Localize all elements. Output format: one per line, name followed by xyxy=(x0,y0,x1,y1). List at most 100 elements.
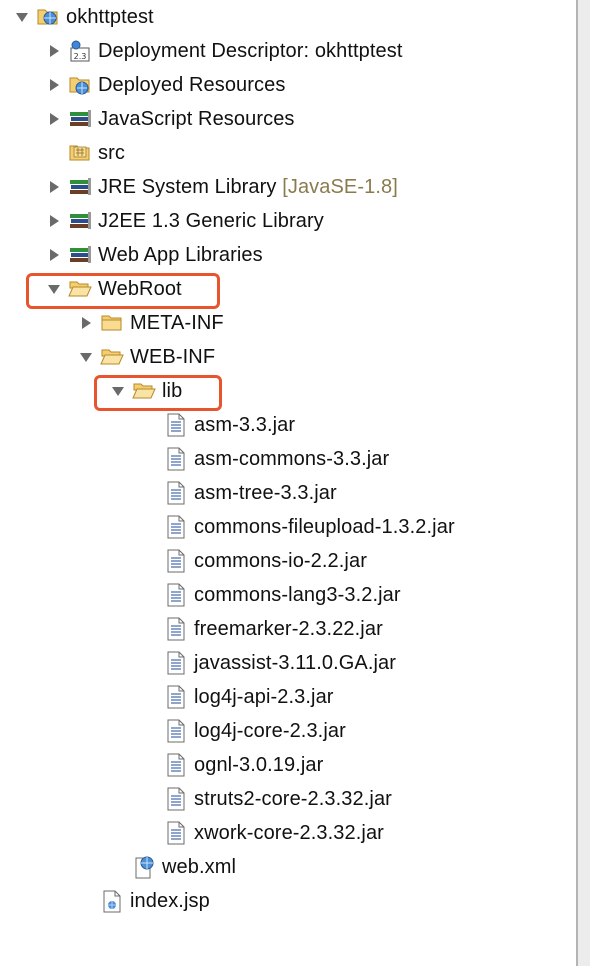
tree-item[interactable]: xwork-core-2.3.32.jar xyxy=(0,816,576,850)
expand-arrow-down-icon[interactable] xyxy=(12,0,32,34)
tree-item[interactable]: web.xml xyxy=(0,850,576,884)
tree-item-label-wrap: Deployed Resources xyxy=(98,68,285,102)
tree-item[interactable]: JRE System Library [JavaSE-1.8] xyxy=(0,170,576,204)
tree-item-label: asm-tree-3.3.jar xyxy=(194,482,337,504)
tree-item[interactable]: struts2-core-2.3.32.jar xyxy=(0,782,576,816)
tree-item-label: J2EE 1.3 Generic Library xyxy=(98,210,324,232)
folder-icon xyxy=(100,311,124,335)
tree-item[interactable]: index.jsp xyxy=(0,884,576,918)
tree-item-label: asm-3.3.jar xyxy=(194,414,296,436)
tree-item-label-wrap: xwork-core-2.3.32.jar xyxy=(194,816,384,850)
jar-file-icon xyxy=(164,413,188,437)
jar-file-icon xyxy=(164,719,188,743)
expand-arrow-right-icon[interactable] xyxy=(44,68,64,102)
tree-item-label-wrap: asm-3.3.jar xyxy=(194,408,295,442)
jar-file-icon xyxy=(164,651,188,675)
jar-file-icon xyxy=(164,583,188,607)
deployment-descriptor-icon: 2.3 xyxy=(68,39,92,63)
jar-file-icon xyxy=(164,515,188,539)
tree-item-label: Web App Libraries xyxy=(98,244,263,266)
tree-item-label-wrap: okhttptest xyxy=(66,0,154,34)
jsp-file-icon xyxy=(100,889,124,913)
tree-item[interactable]: src xyxy=(0,136,576,170)
tree-item[interactable]: freemarker-2.3.22.jar xyxy=(0,612,576,646)
tree-item[interactable]: WEB-INF xyxy=(0,340,576,374)
tree-item[interactable]: okhttptest xyxy=(0,0,576,34)
tree-item-label-wrap: ognl-3.0.19.jar xyxy=(194,748,323,782)
tree-item-label: okhttptest xyxy=(66,6,154,28)
tree-item-label: commons-io-2.2.jar xyxy=(194,550,367,572)
tree-item[interactable]: commons-lang3-3.2.jar xyxy=(0,578,576,612)
tree-item[interactable]: lib xyxy=(0,374,576,408)
tree-item-label: commons-lang3-3.2.jar xyxy=(194,584,401,606)
tree-item-label: log4j-core-2.3.jar xyxy=(194,720,346,742)
lib-highlight-box xyxy=(94,375,222,411)
tree-item-label: web.xml xyxy=(162,856,237,878)
tree-item[interactable]: JavaScript Resources xyxy=(0,102,576,136)
xml-file-icon xyxy=(132,855,156,879)
jar-file-icon xyxy=(164,549,188,573)
tree-item[interactable]: log4j-core-2.3.jar xyxy=(0,714,576,748)
expand-arrow-right-icon[interactable] xyxy=(44,238,64,272)
jar-file-icon xyxy=(164,685,188,709)
tree-item-label: WEB-INF xyxy=(130,346,216,368)
tree-item-label: xwork-core-2.3.32.jar xyxy=(194,822,384,844)
tree-item-label: freemarker-2.3.22.jar xyxy=(194,618,383,640)
jar-file-icon xyxy=(164,481,188,505)
tree-item-label: index.jsp xyxy=(130,890,210,912)
tree-item-label-wrap: commons-io-2.2.jar xyxy=(194,544,367,578)
expand-arrow-right-icon[interactable] xyxy=(44,102,64,136)
tree-item-label-wrap: Web App Libraries xyxy=(98,238,263,272)
webroot-highlight-box xyxy=(26,273,220,309)
jar-file-icon xyxy=(164,753,188,777)
tree-item[interactable]: commons-io-2.2.jar xyxy=(0,544,576,578)
scrollbar-track[interactable] xyxy=(578,0,590,966)
tree-item-label-wrap: log4j-api-2.3.jar xyxy=(194,680,334,714)
tree-item[interactable]: javassist-3.11.0.GA.jar xyxy=(0,646,576,680)
tree-item-label: src xyxy=(98,142,125,164)
tree-item[interactable]: asm-tree-3.3.jar xyxy=(0,476,576,510)
tree-item-label-wrap: JRE System Library [JavaSE-1.8] xyxy=(98,170,398,204)
jar-file-icon xyxy=(164,821,188,845)
tree-item[interactable]: asm-3.3.jar xyxy=(0,408,576,442)
library-icon xyxy=(68,107,92,131)
tree-item-label-wrap: WEB-INF xyxy=(130,340,215,374)
tree-item[interactable]: commons-fileupload-1.3.2.jar xyxy=(0,510,576,544)
tree-item-label: struts2-core-2.3.32.jar xyxy=(194,788,392,810)
source-folder-icon xyxy=(68,141,92,165)
expand-arrow-right-icon[interactable] xyxy=(76,306,96,340)
expand-arrow-right-icon[interactable] xyxy=(44,34,64,68)
tree-item-label-wrap: commons-lang3-3.2.jar xyxy=(194,578,401,612)
tree-item-label: log4j-api-2.3.jar xyxy=(194,686,334,708)
tree-item-label-wrap: commons-fileupload-1.3.2.jar xyxy=(194,510,455,544)
tree-item[interactable]: log4j-api-2.3.jar xyxy=(0,680,576,714)
tree-item-label-wrap: JavaScript Resources xyxy=(98,102,295,136)
library-icon xyxy=(68,175,92,199)
expand-arrow-down-icon[interactable] xyxy=(76,340,96,374)
library-icon xyxy=(68,243,92,267)
tree-item-label: Deployed Resources xyxy=(98,74,286,96)
tree-item-label: JRE System Library xyxy=(98,176,277,198)
tree-item-label-wrap: META-INF xyxy=(130,306,224,340)
web-project-icon xyxy=(36,5,60,29)
tree-item[interactable]: META-INF xyxy=(0,306,576,340)
tree-item[interactable]: J2EE 1.3 Generic Library xyxy=(0,204,576,238)
jar-file-icon xyxy=(164,787,188,811)
tree-item[interactable]: ognl-3.0.19.jar xyxy=(0,748,576,782)
tree-item-label: JavaScript Resources xyxy=(98,108,295,130)
tree-item-label: Deployment Descriptor: okhttptest xyxy=(98,40,403,62)
tree-item-label-wrap: J2EE 1.3 Generic Library xyxy=(98,204,324,238)
tree-item[interactable]: Web App Libraries xyxy=(0,238,576,272)
tree-item-label: javassist-3.11.0.GA.jar xyxy=(194,652,397,674)
tree-item-label-wrap: Deployment Descriptor: okhttptest xyxy=(98,34,403,68)
tree-item-label-wrap: src xyxy=(98,136,125,170)
tree-item-label-wrap: struts2-core-2.3.32.jar xyxy=(194,782,392,816)
svg-text:2.3: 2.3 xyxy=(74,52,87,61)
tree-item-label-wrap: index.jsp xyxy=(130,884,210,918)
deployed-resources-icon xyxy=(68,73,92,97)
tree-item[interactable]: Deployed Resources xyxy=(0,68,576,102)
tree-item[interactable]: 2.3 Deployment Descriptor: okhttptest xyxy=(0,34,576,68)
expand-arrow-right-icon[interactable] xyxy=(44,204,64,238)
expand-arrow-right-icon[interactable] xyxy=(44,170,64,204)
tree-item[interactable]: asm-commons-3.3.jar xyxy=(0,442,576,476)
